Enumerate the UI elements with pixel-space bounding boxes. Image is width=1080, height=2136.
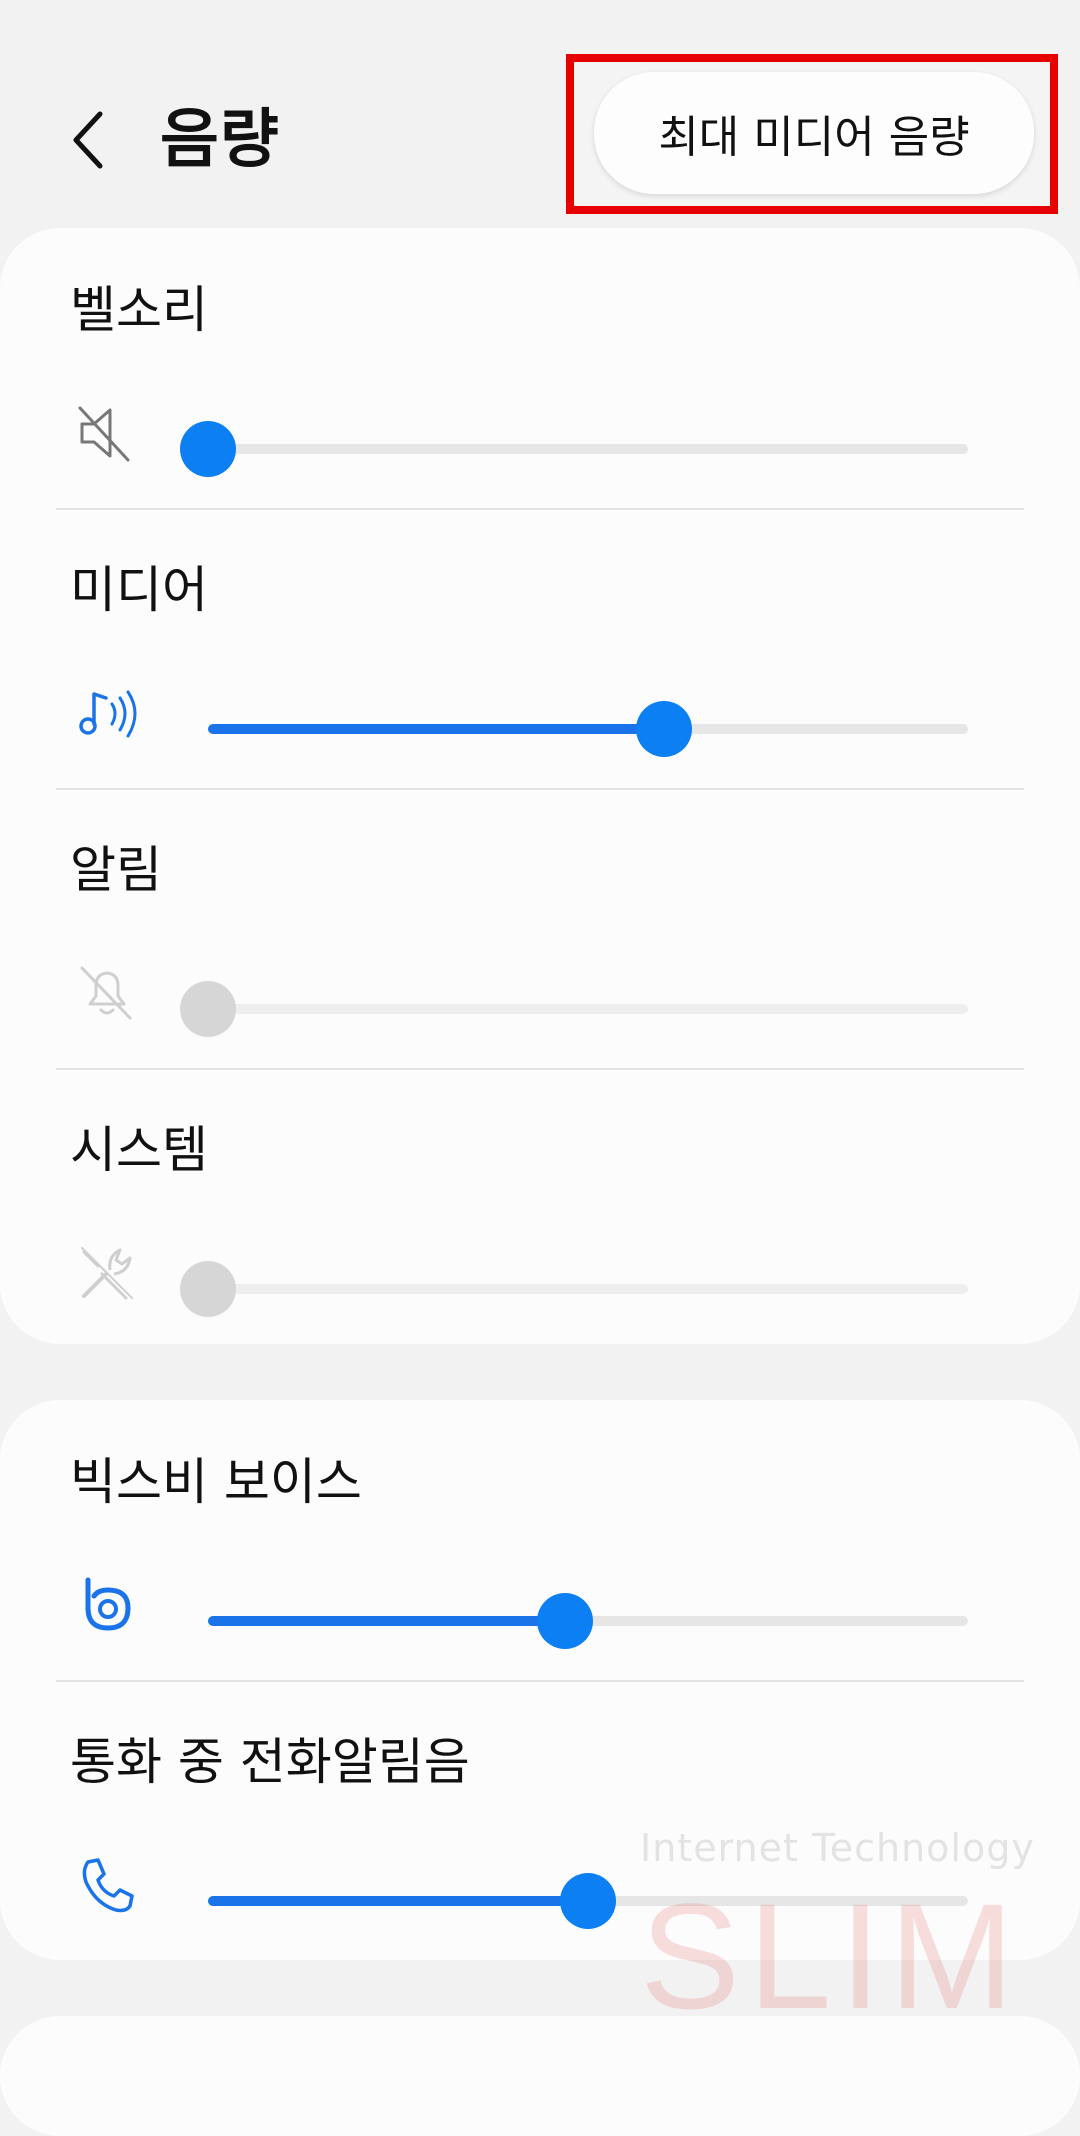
- slider-track: [208, 444, 968, 454]
- music-note-icon[interactable]: [72, 678, 142, 748]
- slider-track: [208, 1004, 968, 1014]
- watermark-logo: SLIM: [640, 1872, 1023, 2040]
- slider-thumb[interactable]: [537, 1593, 593, 1649]
- back-button[interactable]: [62, 100, 122, 180]
- max-media-volume-button[interactable]: 최대 미디어 음량: [594, 72, 1034, 194]
- slider-thumb[interactable]: [180, 981, 236, 1037]
- header-bar: 음량 최대 미디어 음량: [0, 0, 1080, 230]
- system-tools-icon[interactable]: [72, 1238, 142, 1308]
- max-media-highlight-box: 최대 미디어 음량: [566, 54, 1058, 214]
- page-title: 음량: [160, 103, 280, 177]
- ringtone-label: 벨소리: [70, 281, 208, 339]
- phone-icon[interactable]: [72, 1850, 142, 1920]
- slider-thumb[interactable]: [560, 1873, 616, 1929]
- notification-bell-off-icon[interactable]: [72, 958, 142, 1028]
- watermark-text: Internet Technology: [640, 1826, 1035, 1870]
- system-label: 시스템: [70, 1121, 208, 1179]
- slider-fill: [208, 724, 664, 734]
- slider-track: [208, 1284, 968, 1294]
- mute-speaker-icon[interactable]: [72, 398, 142, 468]
- bixby-voice-label: 빅스비 보이스: [70, 1453, 362, 1511]
- bixby-voice-row: 빅스비 보이스: [0, 1400, 1080, 1680]
- system-row: 시스템: [0, 1068, 1080, 1348]
- ringtone-volume-slider[interactable]: [180, 418, 968, 478]
- slider-thumb[interactable]: [636, 701, 692, 757]
- slider-thumb[interactable]: [180, 1261, 236, 1317]
- volume-card: 벨소리 미디어 알림 시스템: [0, 228, 1080, 1344]
- system-volume-slider[interactable]: [180, 1258, 968, 1318]
- bixby-icon[interactable]: [72, 1570, 142, 1640]
- back-arrow-icon: [73, 111, 103, 169]
- ringtone-row: 벨소리: [0, 228, 1080, 508]
- notification-label: 알림: [70, 841, 162, 899]
- notification-volume-slider[interactable]: [180, 978, 968, 1038]
- slider-thumb[interactable]: [180, 421, 236, 477]
- bixby-voice-volume-slider[interactable]: [208, 1590, 968, 1650]
- in-call-alert-label: 통화 중 전화알림음: [70, 1733, 470, 1791]
- slider-fill: [208, 1616, 565, 1626]
- slider-fill: [208, 1896, 588, 1906]
- media-label: 미디어: [70, 561, 208, 619]
- media-row: 미디어: [0, 508, 1080, 788]
- media-volume-slider[interactable]: [208, 698, 968, 758]
- notification-row: 알림: [0, 788, 1080, 1068]
